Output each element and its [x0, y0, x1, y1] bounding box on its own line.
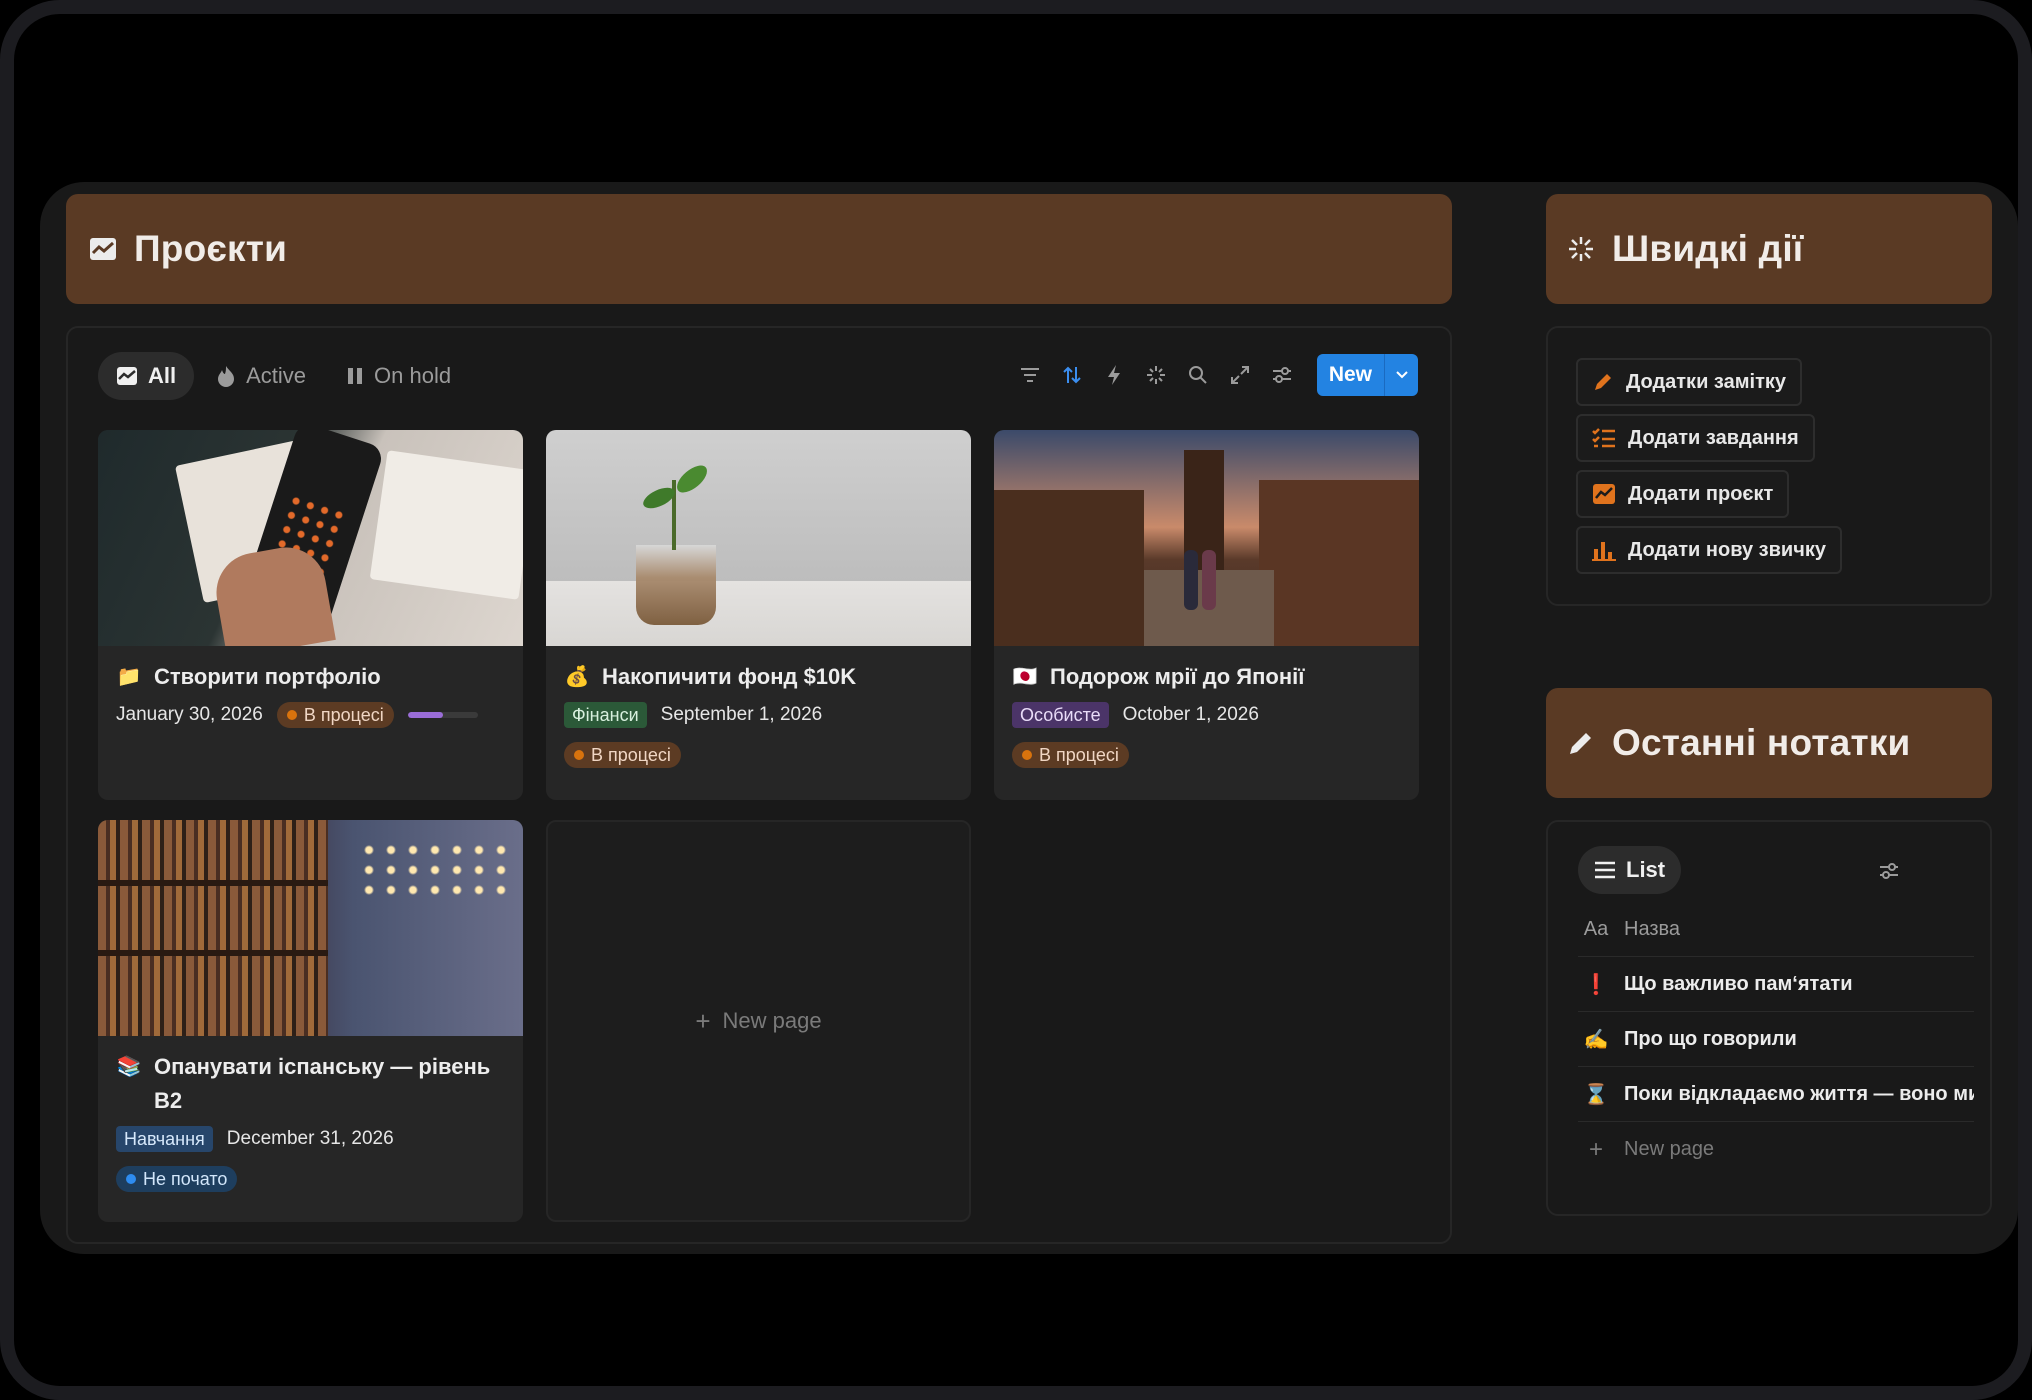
device-frame: Проєкти All Active On hold New 📁 Створит…	[0, 0, 2032, 1400]
sort-icon[interactable]	[1051, 354, 1093, 396]
category-tag: Особисте	[1012, 702, 1109, 728]
column-header: Aa Назва	[1578, 902, 1974, 957]
chart-icon	[88, 234, 118, 264]
list-item[interactable]: ⌛ Поки відкладаємо життя — воно мине	[1578, 1067, 1974, 1122]
settings-icon[interactable]	[1868, 850, 1910, 892]
quick-actions-title: Швидкі дії	[1612, 228, 1804, 269]
card-meta: Особисте October 1, 2026	[994, 694, 1419, 728]
category-tag: Навчання	[116, 1126, 213, 1152]
tab-on-hold[interactable]: On hold	[328, 352, 469, 400]
due-date: January 30, 2026	[116, 704, 263, 725]
view-tabs: All Active On hold	[98, 352, 473, 400]
checklist-icon	[1592, 427, 1616, 449]
tab-label: Active	[246, 363, 307, 388]
status-dot	[574, 750, 584, 760]
card-meta: В процесі	[546, 728, 971, 768]
add-habit-button[interactable]: Додати нову звичку	[1576, 526, 1842, 574]
flame-icon	[216, 365, 236, 387]
category-tag: Фінанси	[564, 702, 647, 728]
money-bag-icon: 💰	[564, 666, 590, 688]
cover-image	[98, 430, 523, 646]
due-date: December 31, 2026	[226, 1128, 394, 1149]
add-task-button[interactable]: Додати завдання	[1576, 414, 1815, 462]
plus-icon: +	[695, 1005, 711, 1036]
project-card[interactable]: 💰 Накопичити фонд $10K Фінанси September…	[546, 430, 971, 800]
tab-label: On hold	[374, 363, 452, 388]
tab-active[interactable]: Active	[198, 352, 324, 400]
card-meta: Фінанси September 1, 2026	[546, 694, 971, 728]
recent-notes-title: Останні нотатки	[1612, 722, 1911, 763]
view-list-button[interactable]: List	[1578, 846, 1682, 894]
due-date: September 1, 2026	[660, 704, 823, 725]
status-dot	[126, 1174, 136, 1184]
new-page-label: New page	[722, 1008, 822, 1033]
card-meta: Не почато	[98, 1152, 523, 1192]
card-title: 📚 Опанувати іспанську — рівень B2	[98, 1036, 523, 1118]
add-note-button[interactable]: Додатки замітку	[1576, 358, 1802, 406]
hourglass-icon: ⌛	[1583, 1083, 1609, 1106]
list-item[interactable]: ✍️ Про що говорили	[1578, 1012, 1974, 1067]
chart-icon	[116, 366, 138, 386]
japan-flag-icon: 🇯🇵	[1012, 666, 1038, 688]
tab-all[interactable]: All	[98, 352, 195, 400]
workspace-canvas: Проєкти All Active On hold New 📁 Створит…	[40, 182, 2018, 1254]
ai-sparkle-icon[interactable]	[1135, 354, 1177, 396]
search-icon[interactable]	[1177, 354, 1219, 396]
pencil-icon	[1592, 371, 1614, 393]
folder-icon: 📁	[116, 666, 142, 688]
books-icon: 📚	[116, 1056, 142, 1078]
cover-image	[546, 430, 971, 646]
projects-header: Проєкти	[66, 194, 1452, 304]
status-dot	[286, 710, 297, 720]
quick-actions-panel: Додатки замітку Додати завдання Додати п…	[1546, 326, 1992, 606]
card-title: 💰 Накопичити фонд $10K	[546, 646, 971, 694]
card-meta: January 30, 2026 В процесі	[98, 694, 523, 728]
projects-title: Проєкти	[134, 228, 288, 269]
recent-notes-panel: List Aa Назва ❗ Що важливо пам‘ятати ✍️ …	[1546, 820, 1992, 1216]
tab-label: All	[148, 363, 177, 388]
board-toolbar: New	[1009, 354, 1418, 396]
list-icon	[1594, 861, 1616, 879]
cover-image	[994, 430, 1419, 646]
projects-board: All Active On hold New 📁 Створити портфо…	[66, 326, 1452, 1244]
recent-notes-header: Останні нотатки	[1546, 688, 1992, 798]
plus-icon: +	[1588, 1135, 1603, 1163]
pause-icon	[346, 366, 364, 386]
new-button-label[interactable]: New	[1316, 354, 1384, 396]
settings-icon[interactable]	[1261, 354, 1303, 396]
project-card[interactable]: 📁 Створити портфоліо January 30, 2026 В …	[98, 430, 523, 800]
filter-icon[interactable]	[1009, 354, 1051, 396]
sparkle-icon	[1566, 234, 1596, 264]
new-button[interactable]: New	[1316, 354, 1418, 396]
new-page-row[interactable]: + New page	[1578, 1122, 1974, 1177]
chevron-down-icon[interactable]	[1384, 354, 1418, 396]
card-meta: В процесі	[994, 728, 1419, 768]
project-card[interactable]: 🇯🇵 Подорож мрії до Японії Особисте Octob…	[994, 430, 1419, 800]
progress-bar	[407, 712, 478, 718]
status-badge: В процесі	[1012, 742, 1129, 768]
quick-actions-header: Швидкі дії	[1546, 194, 1992, 304]
card-meta: Навчання December 31, 2026	[98, 1118, 523, 1152]
status-badge: В процесі	[276, 702, 394, 728]
status-badge: В процесі	[564, 742, 681, 768]
pencil-icon	[1566, 728, 1596, 758]
card-title: 📁 Створити портфоліо	[98, 646, 523, 694]
card-title: 🇯🇵 Подорож мрії до Японії	[994, 646, 1419, 694]
cover-image	[98, 820, 523, 1036]
text-type-icon: Aa	[1583, 917, 1609, 940]
add-project-button[interactable]: Додати проєкт	[1576, 470, 1790, 518]
new-page-card[interactable]: + New page	[546, 820, 971, 1222]
status-badge: Не почато	[116, 1166, 238, 1192]
project-card[interactable]: 📚 Опанувати іспанську — рівень B2 Навчан…	[98, 820, 523, 1222]
writing-hand-icon: ✍️	[1583, 1028, 1609, 1051]
chart-icon	[1592, 483, 1616, 505]
status-dot	[1022, 750, 1032, 760]
expand-icon[interactable]	[1219, 354, 1261, 396]
list-item[interactable]: ❗ Що важливо пам‘ятати	[1578, 957, 1974, 1012]
exclamation-icon: ❗	[1583, 973, 1609, 996]
automation-icon[interactable]	[1093, 354, 1135, 396]
due-date: October 1, 2026	[1122, 704, 1259, 725]
bar-chart-icon	[1592, 539, 1616, 561]
